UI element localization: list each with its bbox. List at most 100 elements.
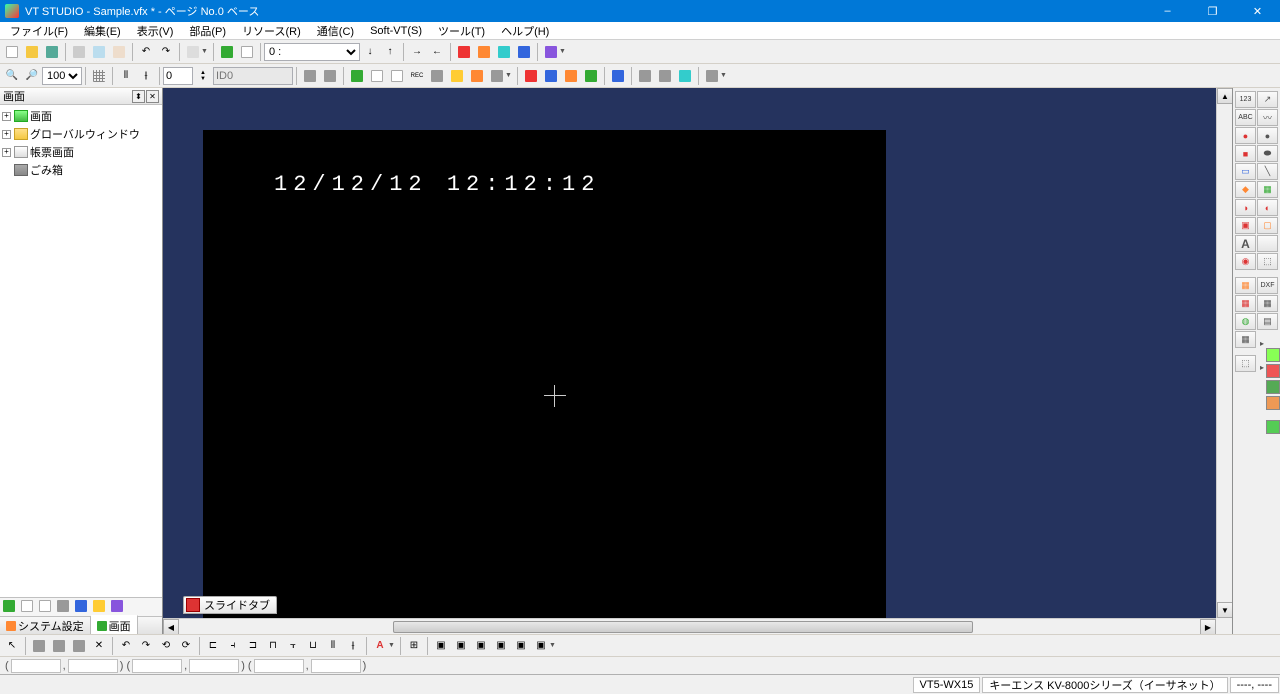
tool2-a[interactable]: [302, 68, 318, 84]
nav-right-button[interactable]: →: [409, 44, 425, 60]
tool2-h[interactable]: [469, 68, 485, 84]
coord-h[interactable]: [311, 659, 361, 673]
align-right[interactable]: ⊐: [245, 638, 261, 654]
menu-file[interactable]: ファイル(F): [2, 21, 76, 41]
tool2-n[interactable]: [610, 68, 626, 84]
bt-order6[interactable]: ▣: [533, 638, 549, 654]
tool2-b[interactable]: [322, 68, 338, 84]
tool-c-button[interactable]: [496, 44, 512, 60]
tool-chart[interactable]: ◍: [1235, 313, 1256, 330]
tool-d-button[interactable]: [516, 44, 532, 60]
side-icon-3[interactable]: [39, 600, 53, 614]
tool2-o[interactable]: [637, 68, 653, 84]
open-button[interactable]: [24, 44, 40, 60]
scroll-right-button[interactable]: ▶: [1200, 619, 1216, 634]
minimize-button[interactable]: –: [1145, 0, 1190, 22]
tool-label[interactable]: A: [1235, 235, 1256, 252]
panel-close-button[interactable]: ✕: [146, 90, 159, 103]
coord-x2[interactable]: [132, 659, 182, 673]
align-middle[interactable]: ⫟: [285, 638, 301, 654]
tool-lamp-gray[interactable]: ●: [1257, 127, 1278, 144]
tool-lamp-red[interactable]: ●: [1235, 127, 1256, 144]
floater-3[interactable]: [1266, 380, 1280, 394]
menu-parts[interactable]: 部品(P): [181, 21, 234, 41]
tool-arc-right[interactable]: ◐: [1257, 199, 1278, 216]
menu-comm[interactable]: 通信(C): [309, 21, 362, 41]
side-icon-4[interactable]: [57, 600, 71, 614]
bt-rot2[interactable]: ⟳: [178, 638, 194, 654]
tree-item-global[interactable]: + グローバルウィンドウ: [0, 125, 162, 143]
align-top[interactable]: ⊓: [265, 638, 281, 654]
tool-list[interactable]: ▤: [1257, 313, 1278, 330]
floater-2[interactable]: [1266, 364, 1280, 378]
tool-table[interactable]: ▦: [1235, 277, 1256, 294]
align-center-h[interactable]: ⫞: [225, 638, 241, 654]
coord-y2[interactable]: [189, 659, 239, 673]
bt-redo[interactable]: ↷: [138, 638, 154, 654]
tool-arrow[interactable]: ↗: [1257, 91, 1278, 108]
print-button[interactable]: [185, 44, 201, 60]
tool2-q[interactable]: [677, 68, 693, 84]
bt-del[interactable]: ✕: [91, 638, 107, 654]
tool-ellipse-fill[interactable]: ⬬: [1257, 145, 1278, 162]
dropdown-arrow-icon[interactable]: ▼: [505, 72, 512, 79]
distribute-h[interactable]: ⫴: [325, 638, 341, 654]
bt-1[interactable]: [31, 638, 47, 654]
tool-grid1[interactable]: ▦: [1235, 295, 1256, 312]
snap-h-button[interactable]: ⫴: [118, 68, 134, 84]
dropdown-arrow-icon[interactable]: ▼: [559, 48, 566, 55]
menu-tool[interactable]: ツール(T): [430, 21, 493, 41]
redo-button[interactable]: ↷: [158, 44, 174, 60]
tool-dxf[interactable]: DXF: [1257, 277, 1278, 294]
datetime-object[interactable]: 12/12/12 12:12:12: [274, 172, 600, 197]
tool-line[interactable]: ╲: [1257, 163, 1278, 180]
vertical-scrollbar[interactable]: ▲ ▼: [1216, 88, 1232, 618]
page-select[interactable]: 0 :: [264, 43, 360, 61]
scroll-up-button[interactable]: ▲: [1217, 88, 1232, 104]
tool-color-grid[interactable]: ▦: [1235, 331, 1256, 348]
bt-font-color[interactable]: A: [372, 638, 388, 654]
nav-left-button[interactable]: ←: [429, 44, 445, 60]
distribute-v[interactable]: ⫲: [345, 638, 361, 654]
align-bottom[interactable]: ⊔: [305, 638, 321, 654]
tool-text[interactable]: ABC: [1235, 109, 1256, 126]
side-icon-5[interactable]: [75, 600, 89, 614]
menu-edit[interactable]: 編集(E): [76, 21, 129, 41]
bt-2[interactable]: [51, 638, 67, 654]
maximize-button[interactable]: ❐: [1190, 0, 1235, 22]
coord-y1[interactable]: [68, 659, 118, 673]
scroll-thumb[interactable]: [393, 621, 973, 633]
scroll-left-button[interactable]: ◀: [163, 619, 179, 634]
expand-icon[interactable]: +: [2, 112, 11, 121]
coord-w[interactable]: [254, 659, 304, 673]
bt-order5[interactable]: ▣: [513, 638, 529, 654]
side-icon-7[interactable]: [111, 600, 125, 614]
tool-meter[interactable]: ◉: [1235, 253, 1256, 270]
tool-box[interactable]: ▢: [1257, 217, 1278, 234]
tool-selection[interactable]: ⬚: [1235, 355, 1256, 372]
tool2-e[interactable]: [389, 68, 405, 84]
grid-toggle-button[interactable]: [91, 68, 107, 84]
bt-undo[interactable]: ↶: [118, 638, 134, 654]
tool2-d[interactable]: [369, 68, 385, 84]
paste-button[interactable]: [111, 44, 127, 60]
side-icon-1[interactable]: [3, 600, 17, 614]
id-input[interactable]: [213, 67, 293, 85]
dropdown-arrow-icon[interactable]: ▼: [388, 642, 395, 649]
menu-help[interactable]: ヘルプ(H): [493, 21, 557, 41]
tool2-m[interactable]: [583, 68, 599, 84]
zoom-in-button[interactable]: 🔍: [4, 68, 20, 84]
tool-grid2[interactable]: ▦: [1257, 295, 1278, 312]
slide-tab[interactable]: スライドタブ: [183, 596, 277, 614]
floater-5[interactable]: [1266, 420, 1280, 434]
grid-size-input[interactable]: [163, 67, 193, 85]
tool2-k[interactable]: [543, 68, 559, 84]
tool2-i[interactable]: [489, 68, 505, 84]
copy-button[interactable]: [91, 44, 107, 60]
expand-icon[interactable]: +: [2, 148, 11, 157]
tool2-g[interactable]: [449, 68, 465, 84]
bt-order3[interactable]: ▣: [473, 638, 489, 654]
panel-pin-button[interactable]: ⬍: [132, 90, 145, 103]
cut-button[interactable]: [71, 44, 87, 60]
canvas-viewport[interactable]: 12/12/12 12:12:12 スライドタブ ▲ ▼ ◀ ▶: [163, 88, 1232, 634]
